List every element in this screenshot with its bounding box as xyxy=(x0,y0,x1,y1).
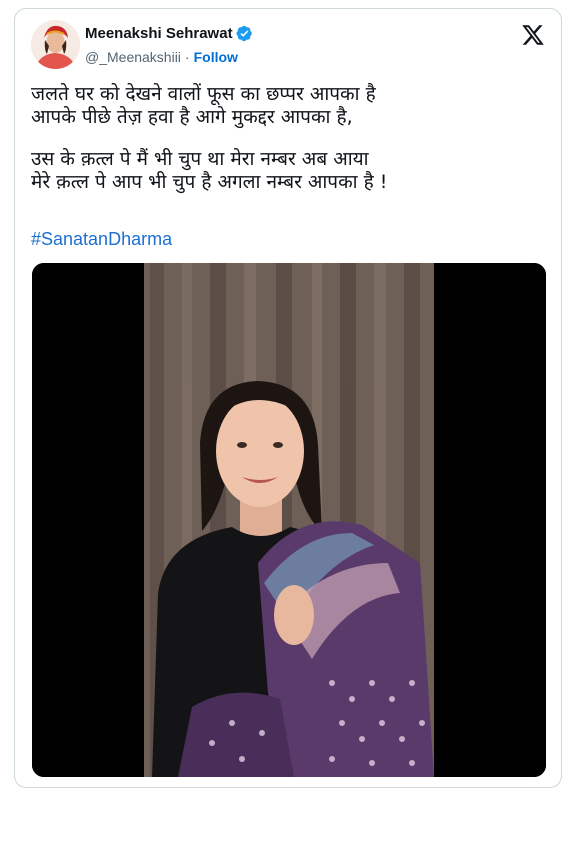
avatar-image xyxy=(31,20,80,69)
author-display-name[interactable]: Meenakshi Sehrawat xyxy=(85,25,233,42)
tweet-text: जलते घर को देखने वालों फूस का छप्पर आपका… xyxy=(31,83,551,194)
avatar[interactable] xyxy=(31,20,80,69)
tweet-video[interactable] xyxy=(32,263,546,777)
author-handle[interactable]: @_Meenakshiii xyxy=(85,49,181,65)
follow-button[interactable]: Follow xyxy=(194,49,238,65)
author-name-row: Meenakshi Sehrawat xyxy=(85,25,253,42)
author-handle-row: @_Meenakshiii · Follow xyxy=(85,49,238,65)
verified-badge-icon xyxy=(236,25,252,42)
tweet-line-2: आपके पीछे तेज़ हवा है आगे मुकद्दर आपका ह… xyxy=(31,106,353,128)
tweet-line-1: जलते घर को देखने वालों फूस का छप्पर आपका… xyxy=(31,83,376,105)
hashtag-link[interactable]: #SanatanDharma xyxy=(31,229,172,250)
x-logo-icon[interactable] xyxy=(521,23,545,47)
tweet-line-4: मेरे क़त्ल पे आप भी चुप है अगला नम्बर आप… xyxy=(31,171,388,193)
separator-dot: · xyxy=(184,49,190,65)
tweet-line-3: उस के क़त्ल पे मैं भी चुप था मेरा नम्बर … xyxy=(31,148,369,170)
tweet-card: Meenakshi Sehrawat @_Meenakshiii · Follo… xyxy=(14,8,562,788)
video-frame xyxy=(32,263,546,777)
